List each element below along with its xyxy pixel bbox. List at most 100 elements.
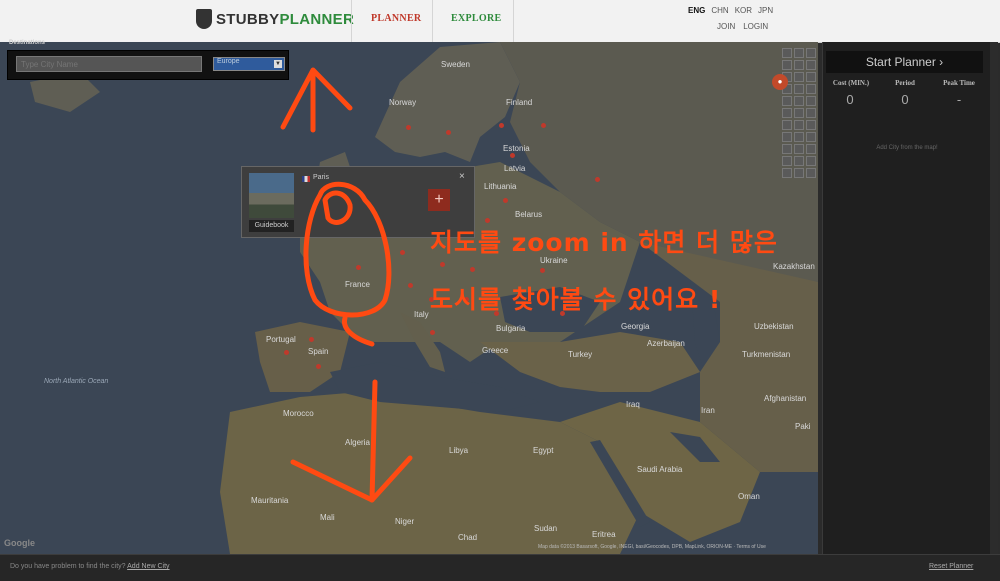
- zoom-cell[interactable]: [794, 96, 804, 106]
- zoom-cell[interactable]: [782, 96, 792, 106]
- zoom-cell[interactable]: [806, 132, 816, 142]
- period-value: 0: [901, 92, 909, 107]
- zoom-cell[interactable]: [782, 60, 792, 70]
- reset-planner-link[interactable]: Reset Planner: [929, 563, 973, 570]
- city-marker[interactable]: [540, 268, 545, 273]
- zoom-cell[interactable]: [782, 144, 792, 154]
- peak-time-label: Peak Time: [943, 79, 975, 87]
- city-marker[interactable]: [309, 337, 314, 342]
- map-label-ocean: North Atlantic Ocean: [44, 378, 109, 385]
- city-marker[interactable]: [400, 250, 405, 255]
- account-links: JOIN LOGIN: [717, 22, 768, 31]
- city-marker[interactable]: [284, 350, 289, 355]
- zoom-cell[interactable]: [806, 120, 816, 130]
- map-label-greece: Greece: [482, 346, 509, 355]
- city-marker[interactable]: [541, 123, 546, 128]
- map-label-mali: Mali: [320, 513, 335, 522]
- city-marker[interactable]: [430, 330, 435, 335]
- city-marker[interactable]: [316, 364, 321, 369]
- city-marker[interactable]: [595, 177, 600, 182]
- zoom-cell[interactable]: [794, 132, 804, 142]
- map-label-libya: Libya: [449, 446, 469, 455]
- stubbyplanner-logo[interactable]: STUBBYPLANNER: [196, 6, 354, 32]
- zoom-cell[interactable]: [782, 156, 792, 166]
- add-new-city-link[interactable]: Add New City: [127, 563, 169, 570]
- lang-kor[interactable]: KOR: [735, 6, 752, 15]
- start-planner-button[interactable]: Start Planner ›: [826, 51, 983, 73]
- street-view-pegman-icon[interactable]: ●: [772, 74, 788, 90]
- add-city-button[interactable]: +: [428, 189, 450, 211]
- nav-planner-link[interactable]: PLANNER: [371, 13, 421, 24]
- city-marker[interactable]: [510, 153, 515, 158]
- city-marker[interactable]: [406, 125, 411, 130]
- zoom-cell[interactable]: [794, 168, 804, 178]
- map-label-portugal: Portugal: [266, 335, 296, 344]
- zoom-cell[interactable]: [806, 48, 816, 58]
- zoom-cell[interactable]: [794, 84, 804, 94]
- map-zoom-controls[interactable]: [782, 48, 816, 178]
- map-label-norway: Norway: [389, 98, 417, 107]
- map-label-egypt: Egypt: [533, 446, 554, 455]
- cost-value: 0: [846, 92, 854, 107]
- zoom-cell[interactable]: [806, 168, 816, 178]
- city-marker[interactable]: [440, 262, 445, 267]
- map-label-iraq: Iraq: [626, 400, 640, 409]
- zoom-cell[interactable]: [794, 120, 804, 130]
- zoom-cell[interactable]: [806, 108, 816, 118]
- zoom-cell[interactable]: [794, 144, 804, 154]
- city-marker[interactable]: [356, 265, 361, 270]
- map-label-sudan: Sudan: [534, 524, 558, 533]
- region-select[interactable]: Europe ▼: [213, 57, 285, 71]
- nav-explore-link[interactable]: EXPLORE: [451, 13, 501, 24]
- map-label-italy: Italy: [414, 310, 429, 319]
- city-marker[interactable]: [408, 283, 413, 288]
- logo-text: STUBBYPLANNER: [216, 11, 354, 28]
- lang-jpn[interactable]: JPN: [758, 6, 773, 15]
- map-label-belarus: Belarus: [515, 210, 543, 219]
- zoom-cell[interactable]: [794, 72, 804, 82]
- lang-chn[interactable]: CHN: [711, 6, 728, 15]
- city-marker[interactable]: [446, 130, 451, 135]
- map-label-afghanistan: Afghanistan: [764, 394, 807, 403]
- zoom-cell[interactable]: [782, 108, 792, 118]
- map-label-chad: Chad: [458, 533, 478, 542]
- map-label-georgia: Georgia: [621, 322, 650, 331]
- zoom-cell[interactable]: [806, 144, 816, 154]
- map-label-finland: Finland: [506, 98, 533, 107]
- zoom-cell[interactable]: [794, 60, 804, 70]
- map-label-uzbekistan: Uzbekistan: [754, 322, 794, 331]
- zoom-cell[interactable]: [782, 48, 792, 58]
- zoom-cell[interactable]: [794, 48, 804, 58]
- annotation-text-line1: 지도를 zoom in 하면 더 많은: [430, 228, 778, 257]
- zoom-cell[interactable]: [806, 60, 816, 70]
- zoom-cell[interactable]: [806, 84, 816, 94]
- lang-eng[interactable]: ENG: [688, 6, 705, 15]
- zoom-cell[interactable]: [806, 156, 816, 166]
- zoom-cell[interactable]: [806, 72, 816, 82]
- guidebook-button[interactable]: Guidebook: [249, 220, 294, 232]
- zoom-cell[interactable]: [782, 132, 792, 142]
- zoom-cell[interactable]: [794, 156, 804, 166]
- join-link[interactable]: JOIN: [717, 22, 735, 31]
- annotation-text-line2: 도시를 찾아볼 수 있어요 !: [430, 285, 722, 314]
- close-icon[interactable]: ×: [459, 171, 465, 182]
- city-marker[interactable]: [503, 198, 508, 203]
- zoom-cell[interactable]: [782, 120, 792, 130]
- footer-message: Do you have problem to find the city? Ad…: [10, 563, 170, 570]
- login-link[interactable]: LOGIN: [743, 22, 768, 31]
- city-marker[interactable]: [470, 267, 475, 272]
- map-label-azerbaijan: Azerbaijan: [647, 339, 685, 348]
- map-label-lithuania: Lithuania: [484, 182, 517, 191]
- city-search-input[interactable]: [16, 56, 202, 72]
- city-thumbnail[interactable]: [249, 173, 294, 218]
- zoom-cell[interactable]: [806, 96, 816, 106]
- map-label-kazakhstan: Kazakhstan: [773, 262, 815, 271]
- city-marker[interactable]: [499, 123, 504, 128]
- chevron-down-icon: ▼: [274, 60, 282, 68]
- logo-text-planner: PLANNER: [279, 10, 355, 28]
- map-label-algeria: Algeria: [345, 438, 370, 447]
- zoom-cell[interactable]: [782, 168, 792, 178]
- sidebar-scrollbar[interactable]: [990, 42, 998, 554]
- map-label-sweden: Sweden: [441, 60, 470, 69]
- zoom-cell[interactable]: [794, 108, 804, 118]
